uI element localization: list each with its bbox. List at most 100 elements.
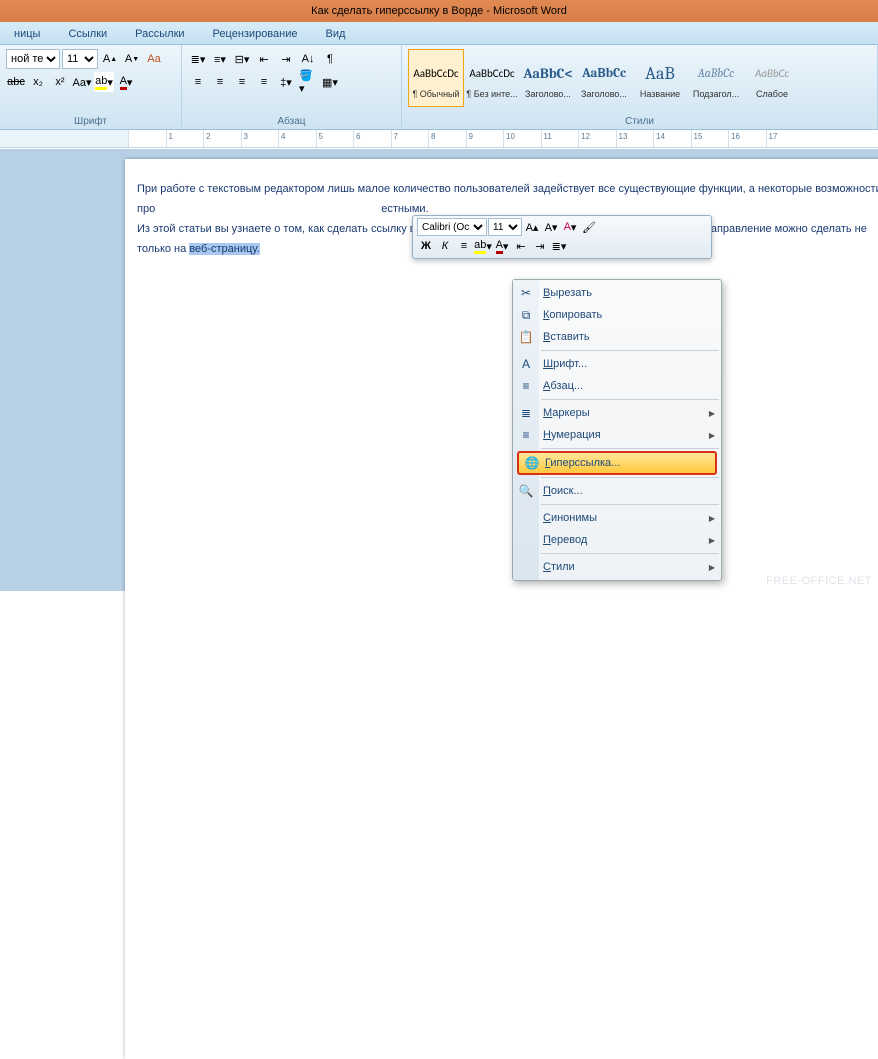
align-left-icon[interactable]: ≡ [188, 72, 208, 92]
menu-icon: ⧉ [517, 306, 535, 324]
subscript-icon[interactable]: x₂ [28, 72, 48, 92]
menu-item--[interactable]: 🌐 Гиперссылка... [517, 451, 717, 475]
menu-item--[interactable]: ≡Нумерация▶ [513, 424, 721, 446]
mini-size-select[interactable]: 11 [488, 218, 522, 236]
submenu-arrow-icon: ▶ [709, 514, 715, 523]
submenu-arrow-icon: ▶ [709, 409, 715, 418]
menu-label: Вырезать [543, 287, 592, 299]
context-menu: ✂ Вырезать ⧉ Копировать 📋Вставить A Шрифт... ≡А… [512, 279, 722, 581]
justify-icon[interactable]: ≡ [254, 72, 274, 92]
menu-icon: ✂ [517, 284, 535, 302]
shading-icon[interactable]: 🪣▾ [298, 72, 318, 92]
align-right-icon[interactable]: ≡ [232, 72, 252, 92]
ribbon-tabs: ницы Ссылки Рассылки Рецензирование Вид [0, 22, 878, 45]
menu-icon: 🌐 [523, 454, 541, 472]
mini-outdent-icon[interactable]: ⇤ [512, 237, 530, 255]
sort-icon[interactable]: A↓ [298, 49, 318, 69]
mini-bold-icon[interactable]: Ж [417, 237, 435, 255]
selected-text[interactable]: веб-страницу. [189, 243, 259, 255]
menu-label: Шрифт... [543, 358, 587, 370]
tab-references[interactable]: Ссылки [54, 24, 121, 44]
styles-group-label: Стили [408, 116, 871, 129]
shrink-font-icon[interactable]: A▼ [122, 49, 142, 69]
mini-toolbar: Calibri (Осн 11 A▴ A▾ A▾ 🖌 Ж К ≡ ab▾ A▾ … [412, 215, 712, 259]
menu-item--[interactable]: 🔍 Поиск... [513, 480, 721, 502]
menu-icon: A [517, 355, 535, 373]
menu-label: Маркеры [543, 407, 590, 419]
style-item-3[interactable]: AaBbCcЗаголово... [576, 49, 632, 107]
style-item-6[interactable]: AaBbCcСлабое [744, 49, 800, 107]
menu-label: Абзац... [543, 380, 583, 392]
submenu-arrow-icon: ▶ [709, 563, 715, 572]
menu-item--[interactable]: Стили ▶ [513, 556, 721, 578]
menu-icon: ≣ [517, 404, 535, 422]
menu-item--[interactable]: ≡Абзац... [513, 375, 721, 397]
paragraph-group-label: Абзац [188, 116, 395, 129]
menu-label: Стили [543, 561, 575, 573]
menu-item--[interactable]: Синонимы▶ [513, 507, 721, 529]
tab-view[interactable]: Вид [312, 24, 360, 44]
menu-item--[interactable]: 📋Вставить [513, 326, 721, 348]
mini-italic-icon[interactable]: К [436, 237, 454, 255]
style-item-5[interactable]: AaBbCcПодзагол... [688, 49, 744, 107]
style-item-0[interactable]: AaBbCcDc¶ Обычный [408, 49, 464, 107]
menu-label: Нумерация [543, 429, 601, 441]
style-item-4[interactable]: AaBНазвание [632, 49, 688, 107]
font-group-label: Шрифт [6, 116, 175, 129]
outdent-icon[interactable]: ⇤ [254, 49, 274, 69]
line-spacing-icon[interactable]: ‡▾ [276, 72, 296, 92]
styles-group: AaBbCcDc¶ ОбычныйAaBbCcDc¶ Без инте...Aa… [402, 45, 878, 129]
pilcrow-icon[interactable]: ¶ [320, 49, 340, 69]
tab-pages[interactable]: ницы [0, 24, 54, 44]
mini-indent-icon[interactable]: ⇥ [531, 237, 549, 255]
menu-icon: 📋 [517, 328, 535, 346]
case-icon[interactable]: Aa▾ [72, 72, 92, 92]
borders-icon[interactable]: ▦▾ [320, 72, 340, 92]
ruler[interactable]: 1234567891011121314151617 [0, 130, 878, 148]
font-group: ной те 11 A▲ A▼ Aa abc x₂ x² Aa▾ ab▾ A▾ … [0, 45, 182, 129]
paragraph-text: Из этой статьи вы узнаете о том, как сде… [137, 223, 426, 235]
watermark: FREE-OFFICE.NET [766, 575, 872, 587]
menu-item--[interactable]: A Шрифт... [513, 353, 721, 375]
highlight-icon[interactable]: ab▾ [94, 72, 114, 92]
window-title: Как сделать гиперссылку в Ворде - Micros… [311, 5, 567, 17]
strike-icon[interactable]: abc [6, 72, 26, 92]
menu-item--[interactable]: Перевод ▶ [513, 529, 721, 551]
menu-item--[interactable]: ≣ Маркеры ▶ [513, 402, 721, 424]
menu-label: Поиск... [543, 485, 583, 497]
tab-review[interactable]: Рецензирование [199, 24, 312, 44]
bullets-icon[interactable]: ≣▾ [188, 49, 208, 69]
menu-item--[interactable]: ⧉ Копировать [513, 304, 721, 326]
align-center-icon[interactable]: ≡ [210, 72, 230, 92]
mini-highlight-icon[interactable]: ab▾ [474, 237, 492, 255]
font-family-select[interactable]: ной те [6, 49, 60, 69]
mini-center-icon[interactable]: ≡ [455, 237, 473, 255]
mini-bullets-icon[interactable]: ≣▾ [550, 237, 568, 255]
menu-item--[interactable]: ✂ Вырезать [513, 282, 721, 304]
menu-icon: 🔍 [517, 482, 535, 500]
clear-format-icon[interactable]: Aa [144, 49, 164, 69]
submenu-arrow-icon: ▶ [709, 536, 715, 545]
style-item-2[interactable]: AaBbC<Заголово... [520, 49, 576, 107]
paragraph-text: При работе с текстовым редактором лишь м… [137, 183, 878, 215]
numbering-icon[interactable]: ≡▾ [210, 49, 230, 69]
menu-label: Копировать [543, 309, 602, 321]
mini-styles-icon[interactable]: A▾ [561, 218, 579, 236]
menu-label: Перевод [543, 534, 587, 546]
mini-grow-icon[interactable]: A▴ [523, 218, 541, 236]
indent-icon[interactable]: ⇥ [276, 49, 296, 69]
menu-label: Гиперссылка... [545, 457, 620, 469]
grow-font-icon[interactable]: A▲ [100, 49, 120, 69]
page[interactable]: При работе с текстовым редактором лишь м… [125, 159, 878, 1059]
submenu-arrow-icon: ▶ [709, 431, 715, 440]
multilevel-icon[interactable]: ⊟▾ [232, 49, 252, 69]
tab-mailings[interactable]: Рассылки [121, 24, 198, 44]
font-size-select[interactable]: 11 [62, 49, 98, 69]
mini-font-select[interactable]: Calibri (Осн [417, 218, 487, 236]
mini-format-painter-icon[interactable]: 🖌 [580, 218, 598, 236]
style-item-1[interactable]: AaBbCcDc¶ Без инте... [464, 49, 520, 107]
mini-shrink-icon[interactable]: A▾ [542, 218, 560, 236]
mini-fontcolor-icon[interactable]: A▾ [493, 237, 511, 255]
superscript-icon[interactable]: x² [50, 72, 70, 92]
font-color-icon[interactable]: A▾ [116, 72, 136, 92]
